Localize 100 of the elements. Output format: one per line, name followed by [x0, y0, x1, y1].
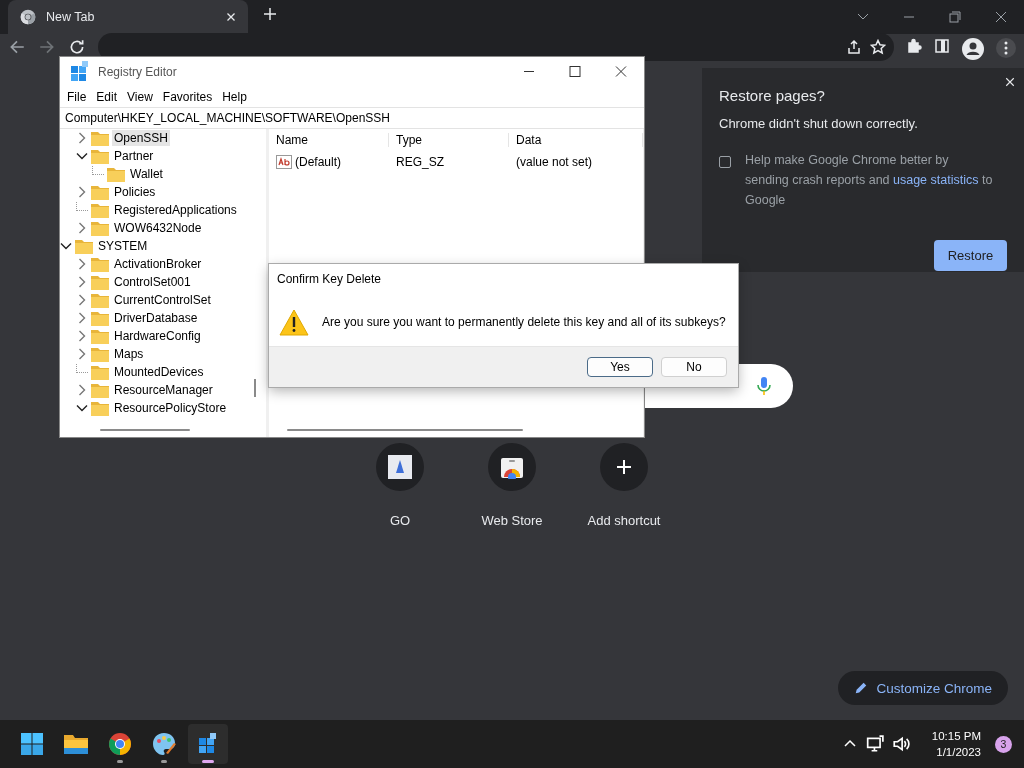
tree-item[interactable]: HardwareConfig — [112, 328, 203, 344]
folder-icon — [91, 202, 109, 218]
tree-item[interactable]: Policies — [112, 184, 158, 200]
folder-icon — [91, 256, 109, 272]
clock-time[interactable]: 10:15 PM — [931, 728, 981, 744]
expand-chevron-icon[interactable] — [76, 384, 88, 396]
restore-button[interactable]: Restore — [934, 240, 1007, 271]
expand-chevron-icon[interactable] — [76, 312, 88, 324]
shortcut-label: GO — [389, 513, 411, 528]
checkbox[interactable] — [719, 156, 731, 168]
folder-icon — [91, 364, 109, 380]
collapse-chevron-icon[interactable] — [76, 150, 88, 162]
tree-item[interactable]: OpenSSH — [112, 130, 171, 146]
clock-date[interactable]: 1/1/2023 — [936, 744, 981, 760]
taskbar-app[interactable] — [188, 724, 228, 764]
folder-icon — [91, 382, 109, 398]
tree-item[interactable]: SYSTEM — [96, 238, 150, 254]
close-icon — [1004, 76, 1016, 88]
menu-item[interactable]: Help — [217, 89, 252, 104]
bubble-message: Chrome didn't shut down correctly. — [719, 116, 919, 131]
tree-item[interactable]: WOW6432Node — [112, 220, 204, 236]
tree-item[interactable]: DriverDatabase — [112, 310, 200, 326]
tree-item[interactable]: Partner — [112, 148, 156, 164]
expand-chevron-icon[interactable] — [76, 258, 88, 270]
expand-chevron-icon[interactable] — [76, 222, 88, 234]
tab-title: New Tab — [46, 10, 96, 24]
share-icon[interactable] — [846, 39, 862, 55]
dialog-message: Are you sure you want to permanently delete this key and all of its subkeys? — [322, 315, 726, 329]
expand-chevron-icon[interactable] — [76, 348, 88, 360]
shortcut-tile[interactable] — [376, 443, 424, 491]
warning-icon — [279, 308, 309, 336]
extensions-icon[interactable] — [906, 38, 922, 54]
string-value-icon — [276, 155, 292, 169]
folder-icon — [91, 328, 109, 344]
value-data: (value not set) — [515, 155, 594, 169]
palette-icon — [151, 731, 177, 757]
expand-chevron-icon[interactable] — [76, 294, 88, 306]
menu-item[interactable]: View — [122, 89, 158, 104]
usage-statistics-link[interactable]: usage statistics — [893, 173, 979, 187]
folder-icon — [107, 166, 125, 182]
tree-item[interactable]: MountedDevices — [112, 364, 206, 380]
shortcut-tile[interactable] — [600, 443, 648, 491]
menu-icon[interactable] — [996, 38, 1016, 58]
chrome-icon — [20, 9, 36, 25]
collapse-chevron-icon[interactable] — [76, 402, 88, 414]
column-header[interactable]: Type — [389, 133, 509, 147]
star-icon[interactable] — [870, 39, 886, 55]
tree-item[interactable]: Wallet — [128, 166, 165, 182]
new-tab-icon[interactable] — [262, 6, 278, 22]
column-header[interactable]: Name — [269, 133, 389, 147]
customize-chrome-button[interactable]: Customize Chrome — [838, 671, 1008, 705]
tree-item[interactable]: Maps — [112, 346, 146, 362]
browser-tab[interactable]: New Tab — [8, 0, 248, 34]
menu-item[interactable]: File — [62, 89, 92, 104]
tree-item[interactable]: ResourceManager — [112, 382, 215, 398]
shortcut-tile[interactable] — [488, 443, 536, 491]
scrollbar-thumb[interactable] — [287, 429, 523, 431]
folder-icon — [63, 733, 89, 755]
folder-icon — [91, 220, 109, 236]
collapse-chevron-icon[interactable] — [60, 240, 72, 252]
notification-badge[interactable]: 3 — [995, 735, 1012, 753]
speaker-icon[interactable] — [891, 735, 910, 753]
dialog-title: Confirm Key Delete — [276, 271, 383, 288]
tree-item[interactable]: RegisteredApplications — [112, 202, 239, 218]
forward-icon[interactable] — [38, 38, 56, 56]
tree-item[interactable]: ActivationBroker — [112, 256, 204, 272]
address-field[interactable]: Computer\HKEY_LOCAL_MACHINE\SOFTWARE\OpenSSH — [60, 107, 644, 129]
dialog-button[interactable]: Yes — [587, 357, 653, 377]
menu-item[interactable]: Edit — [91, 89, 123, 104]
expand-chevron-icon[interactable] — [76, 330, 88, 342]
scrollbar-thumb[interactable] — [254, 379, 256, 397]
profile-icon[interactable] — [962, 38, 984, 60]
folder-icon — [75, 238, 93, 254]
plus-icon — [616, 459, 632, 475]
folder-icon — [91, 274, 109, 290]
folder-icon — [91, 292, 109, 308]
dialog-button[interactable]: No — [661, 357, 727, 377]
expand-chevron-icon[interactable] — [76, 186, 88, 198]
scrollbar-thumb[interactable] — [100, 429, 190, 431]
value-name[interactable]: (Default) — [269, 155, 389, 169]
reload-icon[interactable] — [68, 38, 86, 56]
network-icon[interactable] — [865, 735, 884, 753]
folder-icon — [91, 310, 109, 326]
microphone-icon[interactable] — [757, 376, 771, 396]
folder-icon — [91, 346, 109, 362]
sailboat-icon — [388, 455, 412, 479]
back-icon[interactable] — [8, 38, 26, 56]
chrome-icon — [108, 732, 132, 756]
tree-item[interactable]: CurrentControlSet — [112, 292, 213, 308]
column-header[interactable]: Data — [509, 133, 643, 147]
folder-icon — [91, 130, 109, 146]
checkbox-label: Help make Google Chrome better by sending crash reports and usage statistics to Google — [745, 152, 994, 209]
tree-item[interactable]: ControlSet001 — [112, 274, 193, 290]
expand-chevron-icon[interactable] — [76, 276, 88, 288]
windows-start-icon — [20, 732, 44, 756]
side-panel-icon[interactable] — [934, 38, 950, 54]
tree-item[interactable]: ResourcePolicyStore — [112, 400, 229, 416]
menu-item[interactable]: Favorites — [157, 89, 218, 104]
web-store-icon — [500, 455, 524, 479]
expand-chevron-icon[interactable] — [76, 132, 88, 144]
